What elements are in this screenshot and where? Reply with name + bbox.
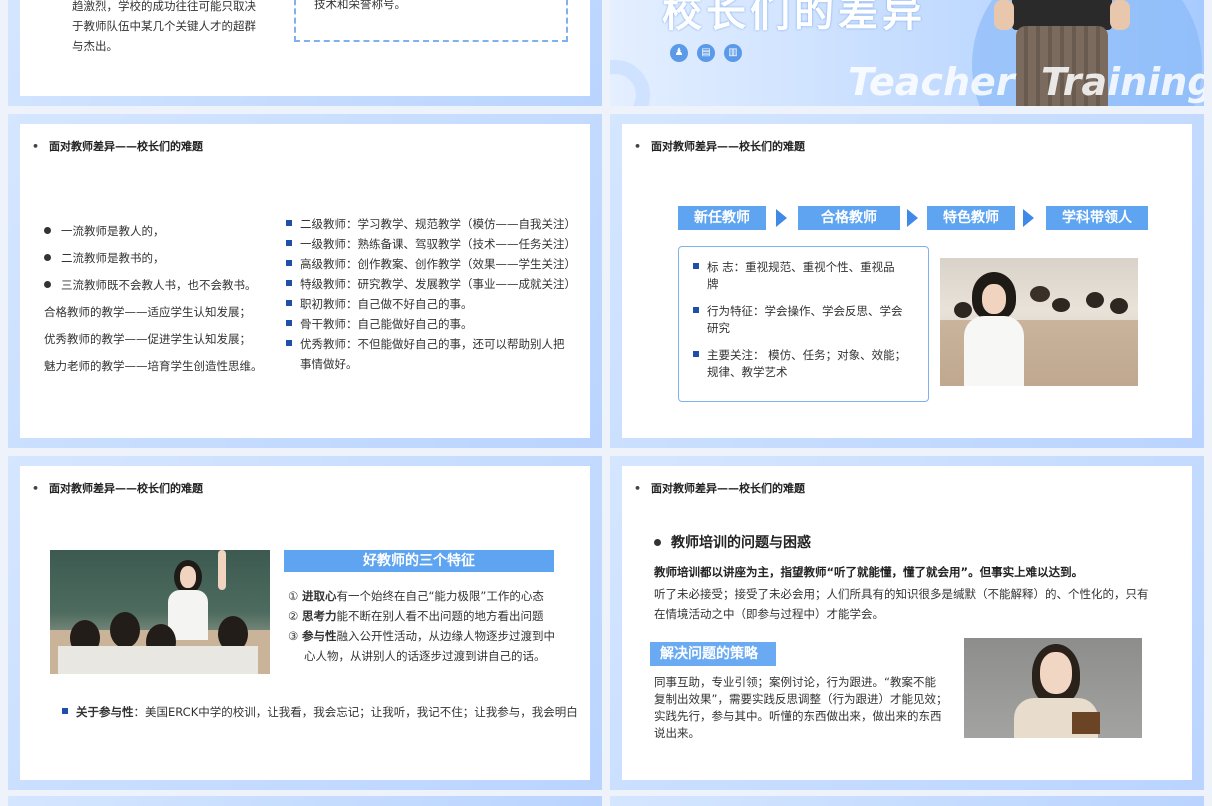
- trait-item: ① 进取心有一个始终在自己“能力极限”工作的心态: [288, 589, 544, 603]
- arrow-right-icon: [1023, 209, 1034, 227]
- paragraph: 听了未必接受；接受了未必会用；人们所具有的知识很多是缄默（不能解释）的、个性化的…: [654, 584, 1174, 624]
- step-qualified-teacher: 合格教师: [798, 206, 900, 230]
- right-list: 二级教师：学习教学、规范教学（模仿——自我关注） 一级教师：熟练备课、驾驭教学（…: [286, 214, 586, 374]
- slide-3-content: 面对教师差异——校长们的难题 一流教师是教人的， 二流教师是教书的， 三流教师既…: [20, 124, 590, 438]
- bullet-square: [693, 263, 699, 269]
- bold-line: 教师培训都以讲座为主，指望教师“听了就能懂，懂了就会用”。但事实上难以达到。: [654, 565, 1084, 579]
- decorative-ring: [610, 60, 650, 106]
- list-item: 行为特征：学会操作、学会反思、学会 研究: [693, 303, 918, 337]
- slide-2-title: 校长们的差异: [662, 0, 926, 36]
- dashed-box-text: 技术和荣誉称号。: [314, 0, 406, 11]
- people-icon: ♟: [670, 44, 688, 62]
- bullet-square: [286, 280, 292, 286]
- arrow-right-icon: [907, 209, 918, 227]
- watermark-text: Teacher Training: [848, 60, 1204, 104]
- slide-header: 面对教师差异——校长们的难题: [634, 138, 805, 154]
- text-line: 于教师队伍中某几个关键人才的超群: [72, 19, 256, 33]
- slide-5[interactable]: 面对教师差异——校长们的难题 好教师的三个特征 ① 进取心有一个始终在自己“能力…: [8, 456, 602, 790]
- list-item: 一流教师是教人的，: [44, 218, 284, 245]
- traits-title-bar: 好教师的三个特征: [284, 550, 554, 572]
- students-photo: [50, 550, 270, 674]
- slide-1[interactable]: 趋激烈，学校的成功往往可能只取决 于教师队伍中某几个关键人才的超群 与杰出。 技…: [8, 0, 602, 106]
- subtitle: 教师培训的问题与困惑: [654, 532, 811, 552]
- slide-1-content: 趋激烈，学校的成功往往可能只取决 于教师队伍中某几个关键人才的超群 与杰出。 技…: [20, 0, 590, 96]
- slide-8-edge: [610, 796, 1204, 806]
- text-line: 与杰出。: [72, 39, 118, 53]
- classroom-photo: [940, 258, 1138, 386]
- strategy-text: 同事互助，专业引领；案例讨论，行为跟进。“教案不能 复制出效果”，需要实践反思调…: [654, 674, 964, 742]
- list-item: 一级教师：熟练备课、驾驭教学（技术——任务关注）: [286, 234, 586, 254]
- dashed-box: 技术和荣誉称号。: [294, 0, 568, 42]
- list-item: 二级教师：学习教学、规范教学（模仿——自我关注）: [286, 214, 586, 234]
- clipboard-icon: ▤: [697, 44, 715, 62]
- strategy-line: 复制出效果”，需要实践反思调整（行为跟进）才能见效；: [654, 692, 948, 706]
- list-item: 特级教师：研究教学、发展教学（事业——成就关注）: [286, 274, 586, 294]
- strategy-line: 说出来。: [654, 726, 700, 740]
- list-item: 三流教师既不会教人书，也不会教书。: [44, 272, 284, 299]
- slide-7-edge: [8, 796, 602, 806]
- info-box: 标 志：重视规范、重视个性、重视品牌 行为特征：学会操作、学会反思、学会 研究 主…: [678, 246, 929, 402]
- list-item: 主要关注： 模仿、任务；对象、效能； 规律、教学艺术: [693, 347, 918, 381]
- slide-4-content: 面对教师差异——校长们的难题 新任教师 合格教师 特色教师 学科带领人 标 志：…: [622, 124, 1192, 438]
- slide-6[interactable]: 面对教师差异——校长们的难题 教师培训的问题与困惑 教师培训都以讲座为主，指望教…: [610, 456, 1204, 790]
- info-list: 标 志：重视规范、重视个性、重视品牌 行为特征：学会操作、学会反思、学会 研究 主…: [693, 259, 918, 381]
- bullet-square: [62, 708, 68, 714]
- slide-6-content: 面对教师差异——校长们的难题 教师培训的问题与困惑 教师培训都以讲座为主，指望教…: [622, 466, 1192, 780]
- trait-item-continued: 心人物，从讲别人的话逐步过渡到讲自己的话。: [304, 649, 546, 663]
- participation-note: 关于参与性：美国ERCK中学的校训，让我看，我会忘记；让我听，我记不住；让我参与…: [62, 702, 582, 722]
- list-item: 职初教师：自己做不好自己的事。: [286, 294, 586, 314]
- bullet-dot: [44, 227, 51, 234]
- step-subject-leader: 学科带领人: [1046, 206, 1148, 230]
- left-list: 一流教师是教人的， 二流教师是教书的， 三流教师既不会教人书，也不会教书。 合格…: [44, 218, 284, 380]
- slide-header: 面对教师差异——校长们的难题: [32, 480, 203, 496]
- trait-item: ③ 参与性融入公开性活动，从边缘人物逐步过渡到中: [288, 629, 555, 643]
- text-line: 趋激烈，学校的成功往往可能只取决: [72, 0, 256, 13]
- step-featured-teacher: 特色教师: [927, 206, 1015, 230]
- bullet-dot: [44, 281, 51, 288]
- traits-list: ① 进取心有一个始终在自己“能力极限”工作的心态 ② 思考力能不断在别人看不出问…: [288, 586, 578, 666]
- slide-header: 面对教师差异——校长们的难题: [634, 480, 805, 496]
- bullet-square: [286, 340, 292, 346]
- bullet-square: [693, 307, 699, 313]
- step-new-teacher: 新任教师: [678, 206, 766, 230]
- list-item: 优秀教师：不但能做好自己的事，还可以帮助别人把: [286, 334, 586, 354]
- bullet-dot: [44, 254, 51, 261]
- bullet-square: [286, 260, 292, 266]
- list-item: 魅力老师的教学——培育学生创造性思维。: [44, 359, 263, 373]
- list-item: 骨干教师：自己能做好自己的事。: [286, 314, 586, 334]
- paragraph-line: 在情境活动之中（即参与过程中）才能学会。: [654, 607, 884, 621]
- slide-1-text: 趋激烈，学校的成功往往可能只取决 于教师队伍中某几个关键人才的超群 与杰出。: [72, 0, 292, 56]
- strategy-line: 实践先行，参与其中。听懂的东西做出来，做出来的东西: [654, 709, 942, 723]
- list-item: 合格教师的教学——适应学生认知发展；: [44, 305, 251, 319]
- list-item: 二流教师是教书的，: [44, 245, 284, 272]
- slide-4[interactable]: 面对教师差异——校长们的难题 新任教师 合格教师 特色教师 学科带领人 标 志：…: [610, 114, 1204, 448]
- strategy-title-bar: 解决问题的策略: [650, 642, 776, 666]
- slide-3[interactable]: 面对教师差异——校长们的难题 一流教师是教人的， 二流教师是教书的， 三流教师既…: [8, 114, 602, 448]
- list-item: 高级教师：创作教案、创作教学（效果——学生关注）: [286, 254, 586, 274]
- bullet-dot: [654, 539, 661, 546]
- bullet-square: [286, 320, 292, 326]
- bullet-square: [286, 220, 292, 226]
- teacher-portrait: [964, 638, 1142, 738]
- arrow-right-icon: [776, 209, 787, 227]
- book-icon: ▥: [724, 44, 742, 62]
- slide-5-content: 面对教师差异——校长们的难题 好教师的三个特征 ① 进取心有一个始终在自己“能力…: [20, 466, 590, 780]
- bullet-square: [693, 351, 699, 357]
- list-item: 优秀教师的教学——促进学生认知发展；: [44, 332, 251, 346]
- bullet-square: [286, 300, 292, 306]
- strategy-line: 同事互助，专业引领；案例讨论，行为跟进。“教案不能: [654, 675, 936, 689]
- trait-item: ② 思考力能不断在别人看不出问题的地方看出问题: [288, 609, 544, 623]
- paragraph-line: 听了未必接受；接受了未必会用；人们所具有的知识很多是缄默（不能解释）的、个性化的…: [654, 587, 1149, 601]
- slide-2[interactable]: 校长们的差异 ♟ ▤ ▥ Teacher Training: [610, 0, 1204, 106]
- list-item-continued: 事情做好。: [300, 357, 358, 371]
- slide-header: 面对教师差异——校长们的难题: [32, 138, 203, 154]
- bullet-square: [286, 240, 292, 246]
- list-item: 标 志：重视规范、重视个性、重视品牌: [693, 259, 918, 293]
